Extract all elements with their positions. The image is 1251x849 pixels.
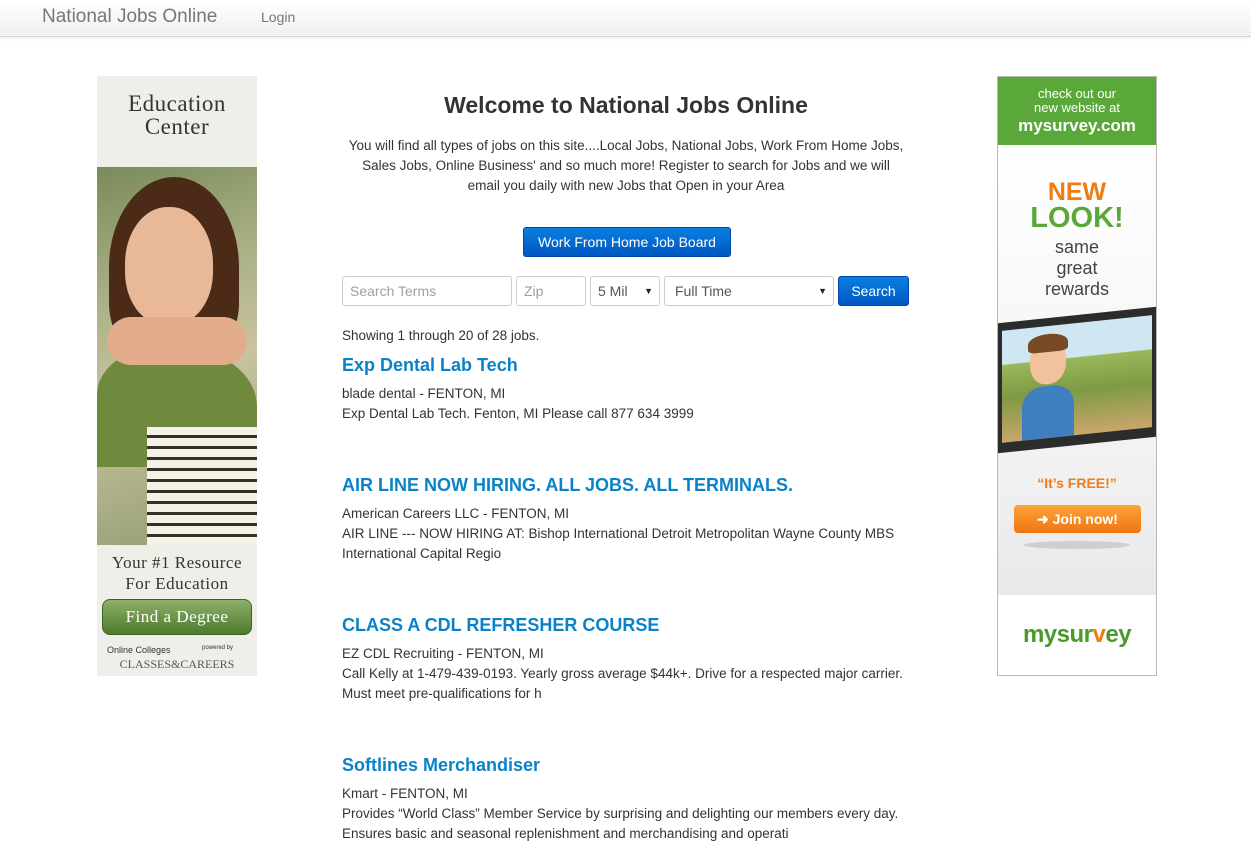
ad-rewards-line2: great <box>1056 258 1098 278</box>
face-shape <box>125 207 213 325</box>
ad-tagline: Your #1 Resource For Education <box>97 552 257 594</box>
distance-select-value: 5 Mil <box>598 283 628 299</box>
job-listing: Exp Dental Lab Tech blade dental - FENTO… <box>342 354 910 424</box>
job-listing: Softlines Merchandiser Kmart - FENTON, M… <box>342 754 910 844</box>
dropdown-caret-icon: ▼ <box>818 286 827 296</box>
ad-header-line2: new website at <box>1034 100 1120 115</box>
ad-header-url: mysurvey.com <box>1018 116 1136 135</box>
login-link[interactable]: Login <box>261 9 295 25</box>
books-stack <box>147 427 257 545</box>
job-title-link[interactable]: Softlines Merchandiser <box>342 754 910 776</box>
ad-rewards-line3: rewards <box>1044 279 1110 299</box>
job-company: American Careers LLC - FENTON, MI <box>342 506 570 521</box>
ad-tagline-line2: For Education <box>125 574 229 593</box>
zip-input[interactable]: Zip <box>516 276 586 306</box>
dropdown-caret-icon: ▼ <box>644 286 653 296</box>
ad-footer-online-colleges: Online Colleges <box>107 645 171 655</box>
job-description: Call Kelly at 1-479-439-0193. Yearly gro… <box>342 666 903 701</box>
job-description: AIR LINE --- NOW HIRING AT: Bishop Inter… <box>342 526 895 561</box>
ad-body: NEW LOOK! same great rewards “It’s FREE!… <box>998 145 1156 595</box>
landscape-illustration <box>1002 315 1152 443</box>
job-title-link[interactable]: CLASS A CDL REFRESHER COURSE <box>342 614 910 636</box>
job-type-select-value: Full Time <box>675 283 732 299</box>
tablet-illustration <box>998 306 1156 454</box>
ad-rewards-line1: same <box>1054 237 1099 257</box>
logo-checkmark-v: v <box>1092 621 1106 648</box>
ad-title: Education Center <box>97 92 257 138</box>
search-button[interactable]: Search <box>838 276 909 306</box>
work-from-home-button[interactable]: Work From Home Job Board <box>523 227 731 257</box>
page-title: Welcome to National Jobs Online <box>444 92 808 118</box>
ad-footer-powered-by: powered by <box>202 645 234 651</box>
results-summary: Showing 1 through 20 of 28 jobs. <box>342 328 540 343</box>
ad-title-line2: Center <box>144 114 210 139</box>
find-degree-button[interactable]: Find a Degree <box>102 599 252 635</box>
brand-link[interactable]: National Jobs Online <box>42 6 217 28</box>
logo-part3: ey <box>1105 621 1132 648</box>
ad-rewards-text: same great rewards <box>998 237 1156 300</box>
mysurvey-logo-text: mysurvey <box>998 621 1156 649</box>
job-listing: AIR LINE NOW HIRING. ALL JOBS. ALL TERMI… <box>342 474 910 564</box>
ad-free-text: “It’s FREE!” <box>1037 475 1117 491</box>
distance-select[interactable]: 5 Mil ▼ <box>590 276 660 306</box>
top-navbar: National Jobs Online Login <box>0 0 1251 37</box>
woman-photo <box>97 167 257 545</box>
job-title-link[interactable]: AIR LINE NOW HIRING. ALL JOBS. ALL TERMI… <box>342 474 910 496</box>
arms-shape <box>107 317 247 365</box>
job-company: Kmart - FENTON, MI <box>342 786 468 801</box>
intro-text: You will find all types of jobs on this … <box>348 138 904 193</box>
ad-footer-brand: CLASSES&CAREERS <box>119 657 235 671</box>
job-title-link[interactable]: Exp Dental Lab Tech <box>342 354 910 376</box>
job-type-select[interactable]: Full Time ▼ <box>664 276 834 306</box>
job-company: EZ CDL Recruiting - FENTON, MI <box>342 646 544 661</box>
ad-header: check out our new website at mysurvey.co… <box>998 77 1156 145</box>
ad-tagline-line1: Your #1 Resource <box>112 553 242 572</box>
education-center-ad[interactable]: Education Center Your #1 Resource For Ed… <box>97 76 257 676</box>
logo-part1: mysur <box>1022 621 1093 648</box>
job-listing: CLASS A CDL REFRESHER COURSE EZ CDL Recr… <box>342 614 910 704</box>
join-now-button[interactable]: ➜ Join now! <box>1014 505 1141 533</box>
cartoon-man-body <box>1022 383 1074 441</box>
mysurvey-ad[interactable]: check out our new website at mysurvey.co… <box>997 76 1157 676</box>
job-company: blade dental - FENTON, MI <box>342 386 506 401</box>
button-shadow <box>1024 541 1130 549</box>
search-terms-input[interactable]: Search Terms <box>342 276 512 306</box>
ad-title-line1: Education <box>128 91 226 116</box>
ad-header-line1: check out our <box>1037 86 1117 101</box>
job-description: Provides “World Class” Member Service by… <box>342 806 899 841</box>
mysurvey-logo: mysurvey <box>998 595 1156 675</box>
ad-look-text: LOOK! <box>1030 202 1124 234</box>
job-description: Exp Dental Lab Tech. Fenton, MI Please c… <box>342 406 694 421</box>
